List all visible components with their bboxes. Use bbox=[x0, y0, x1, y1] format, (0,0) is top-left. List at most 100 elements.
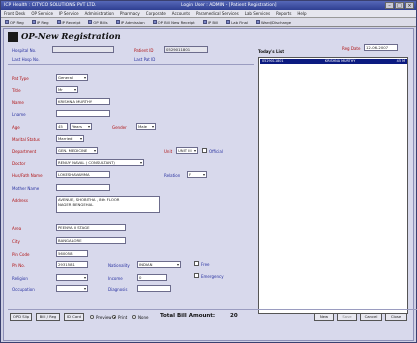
marital-status-select[interactable]: Married bbox=[56, 135, 84, 142]
name-input[interactable]: KRISHNA MURTHY bbox=[56, 98, 110, 105]
toolbar-ward-discharge[interactable]: Ward/Discharge bbox=[256, 20, 291, 25]
menu-paramedical[interactable]: Paramedical Services bbox=[196, 11, 239, 16]
id-card-button[interactable]: ID Card bbox=[64, 313, 84, 321]
cancel-button[interactable]: Cancel bbox=[360, 313, 382, 321]
list-item[interactable]: 0529011801 KRISHNA MURTHY 45 M bbox=[260, 59, 407, 64]
toolbar-ip-bill[interactable]: IP Bill bbox=[202, 20, 218, 25]
toolbar-op-reg[interactable]: OP Reg bbox=[5, 20, 24, 25]
department-select[interactable]: GEN. MEDICINE bbox=[56, 147, 98, 154]
save-button[interactable]: Save bbox=[337, 313, 357, 321]
title-label: Title bbox=[12, 88, 21, 93]
mother-name-label: Mother Name bbox=[12, 186, 40, 191]
reg-date-field[interactable]: 12-06-2007 bbox=[364, 44, 398, 51]
window-title: Login User : ADMIN - [Patient Registrati… bbox=[181, 3, 277, 8]
menu-op-service[interactable]: OP Service bbox=[31, 11, 53, 16]
hus-fath-name-input[interactable]: LOKESHAVAMMA bbox=[56, 171, 110, 178]
close-icon[interactable]: × bbox=[405, 2, 414, 9]
maximize-icon[interactable]: □ bbox=[395, 2, 404, 9]
none-radio[interactable] bbox=[132, 315, 136, 319]
relation-select[interactable]: F bbox=[187, 171, 207, 178]
doctor-select[interactable]: RENUY NAVAL ( CONSULTANT) bbox=[56, 159, 144, 166]
list-item-name: KRISHNA MURTHY bbox=[324, 59, 356, 63]
menu-ip-service[interactable]: IP Service bbox=[59, 11, 79, 16]
last-hosp-label: Last Hosp No. bbox=[12, 57, 40, 62]
title-bar: ICP Health : CITYCO SOLUTIONS PVT LTD. L… bbox=[1, 1, 416, 10]
official-checkbox[interactable] bbox=[202, 148, 207, 153]
toolbar-op-bill-new[interactable]: OP Bill New Receipt bbox=[152, 20, 195, 25]
pat-type-select[interactable]: General bbox=[56, 74, 88, 81]
bottom-divider bbox=[8, 309, 417, 310]
age-input[interactable]: 45 bbox=[56, 123, 68, 130]
app-window: ICP Health : CITYCO SOLUTIONS PVT LTD. L… bbox=[0, 0, 417, 343]
menu-lab-services[interactable]: Lab Services bbox=[245, 11, 270, 16]
menu-pharmacy[interactable]: Pharmacy bbox=[120, 11, 140, 16]
opd-slip-button[interactable]: OPD Slip bbox=[10, 313, 32, 321]
occupation-select[interactable] bbox=[56, 285, 88, 292]
menu-corporate[interactable]: Corporate bbox=[146, 11, 166, 16]
last-pat-id-label: Last Pat ID bbox=[134, 57, 156, 62]
toolbar-ip-reg[interactable]: IP Reg bbox=[31, 20, 49, 25]
hospital-no-field[interactable] bbox=[52, 46, 114, 53]
address-textarea[interactable]: AVENUE, SHOBITHA , 8th FLOOR NAGER BENGE… bbox=[56, 196, 160, 213]
unit-select[interactable]: UNIT III bbox=[176, 147, 198, 154]
doctor-label: Doctor bbox=[12, 161, 26, 166]
list-item-id: 0529011801 bbox=[262, 59, 284, 63]
todays-list[interactable]: 0529011801 KRISHNA MURTHY 45 M bbox=[258, 57, 408, 314]
relation-label: Relation bbox=[164, 173, 181, 178]
area-label: Area bbox=[12, 226, 22, 231]
name-label: Name bbox=[12, 100, 24, 105]
lname-label: Lname bbox=[12, 112, 26, 117]
bill-reg-button[interactable]: Bill / Reg bbox=[36, 313, 60, 321]
emergency-checkbox[interactable] bbox=[194, 273, 199, 278]
religion-label: Religion bbox=[12, 276, 28, 281]
menu-accounts[interactable]: Accounts bbox=[172, 11, 190, 16]
area-input[interactable]: PEENYA II STAGE bbox=[56, 224, 126, 231]
toolbar-lab-final[interactable]: Lab Final bbox=[226, 20, 248, 25]
age-unit-select[interactable]: Years bbox=[70, 123, 92, 130]
minimize-icon[interactable]: – bbox=[385, 2, 394, 9]
gender-select[interactable]: Male bbox=[136, 123, 156, 130]
close-button[interactable]: Close bbox=[385, 313, 407, 321]
emergency-label: Emergency bbox=[201, 274, 224, 279]
toolbar-op-bills[interactable]: OP Bills bbox=[88, 20, 108, 25]
mother-name-input[interactable] bbox=[56, 184, 110, 191]
patient-id-field: 0529011801 bbox=[164, 46, 208, 53]
none-label: None bbox=[138, 315, 149, 320]
toolbar-ip-receipt[interactable]: IP Receipt bbox=[56, 20, 80, 25]
address-line-2: NAGER BENGEHAL bbox=[58, 202, 94, 207]
ph-no-input[interactable]: 2931581 bbox=[56, 261, 88, 268]
toolbar-ip-admission[interactable]: IP Admission bbox=[115, 20, 145, 25]
lab-icon bbox=[226, 20, 231, 24]
list-item-age: 45 M bbox=[396, 59, 405, 63]
preview-label: Preview bbox=[96, 315, 112, 320]
preview-radio[interactable] bbox=[90, 315, 94, 319]
income-input[interactable]: 0 bbox=[137, 274, 167, 281]
unit-label: Unit bbox=[164, 149, 173, 154]
pat-type-label: Pat Type bbox=[12, 76, 29, 81]
app-title: ICP Health : CITYCO SOLUTIONS PVT LTD. bbox=[4, 3, 97, 8]
title-select[interactable]: Mr bbox=[56, 86, 78, 93]
hus-fath-name-label: Hus/Fath Name bbox=[12, 173, 43, 178]
pin-code-input[interactable]: 560058 bbox=[56, 250, 88, 257]
lname-input[interactable] bbox=[56, 110, 110, 117]
free-checkbox[interactable] bbox=[194, 261, 199, 266]
total-bill-label: Total Bill Amount: bbox=[160, 313, 216, 319]
age-label: Age bbox=[12, 125, 20, 130]
menu-bar: Front Desk OP Service IP Service Adminis… bbox=[1, 10, 416, 18]
new-receipt-icon bbox=[152, 20, 157, 24]
receipt-icon bbox=[56, 20, 61, 24]
menu-reports[interactable]: Reports bbox=[276, 11, 291, 16]
menu-help[interactable]: Help bbox=[297, 11, 306, 16]
diagnosis-input[interactable] bbox=[137, 285, 171, 292]
marital-status-label: Marital Status bbox=[12, 137, 40, 142]
city-input[interactable]: BANGALORE bbox=[56, 237, 126, 244]
print-radio[interactable] bbox=[112, 315, 116, 319]
new-button[interactable]: New bbox=[314, 313, 334, 321]
nationality-select[interactable]: INDIAN bbox=[137, 261, 181, 268]
todays-list-label: Today's List bbox=[258, 49, 285, 54]
menu-front-desk[interactable]: Front Desk bbox=[4, 11, 25, 16]
bill-icon bbox=[88, 20, 93, 24]
religion-select[interactable] bbox=[56, 274, 88, 281]
menu-administration[interactable]: Administration bbox=[85, 11, 114, 16]
city-label: City bbox=[12, 239, 20, 244]
